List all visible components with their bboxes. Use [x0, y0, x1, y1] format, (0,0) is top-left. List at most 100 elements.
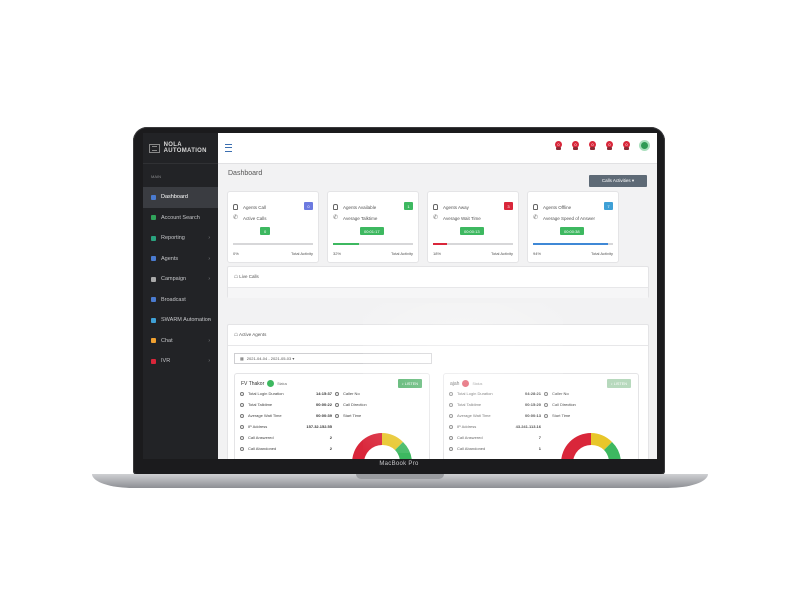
card-sublabel: Active Calls: [243, 216, 267, 221]
agent-status: Status: [277, 381, 288, 386]
agent-stat-value: 14:15:37: [315, 391, 332, 396]
calendar-icon: ▦: [240, 356, 244, 361]
notification-icon[interactable]: 0: [605, 141, 613, 150]
card-time-pill: 00:00:38: [560, 227, 584, 235]
agent-stat-label: Call Abandoned: [457, 446, 486, 451]
call-info-label: Start Time: [552, 413, 571, 418]
sidebar-item-broadcast[interactable]: Broadcast: [143, 290, 218, 311]
notification-icons: 00000: [554, 140, 650, 151]
agent-stat-row: IP Address 157.32.152.55: [240, 424, 332, 429]
notification-icon[interactable]: 0: [554, 141, 562, 150]
call-info-label: Caller No: [343, 391, 360, 396]
clock-icon: [544, 391, 548, 396]
agent-stat-value: 00:15:20: [524, 402, 541, 407]
laptop-brand-label: MacBook Pro: [379, 461, 419, 467]
card-progress-fill: [433, 243, 448, 245]
listen-button[interactable]: ♪ LISTEN: [397, 379, 422, 388]
stat-cards: Agents Call 0 ✆ Active Calls 0 0% Total A…: [227, 191, 619, 263]
sidebar-item-label: Broadcast: [161, 296, 186, 303]
agent-stat-value: 00:00:22: [315, 402, 332, 407]
sidebar: NOLA AUTOMATION MAIN Dashboard Account S…: [143, 133, 218, 459]
agent-stat-value: 2: [329, 435, 332, 440]
call-info-row: Start Time: [335, 413, 361, 418]
call-info-row: Caller No: [544, 391, 569, 396]
active-agents-header: ☖ Active Agents: [228, 325, 648, 346]
agent-stat-label: Average Wait Time: [457, 413, 491, 418]
phone-icon: ✆: [533, 215, 539, 221]
main-content: Dashboard Calls Activities ▾ Agents Call…: [218, 164, 657, 459]
agent-gauge: [561, 433, 621, 459]
chevron-right-icon: ›: [208, 255, 210, 262]
sidebar-item-label: Reporting: [161, 235, 185, 242]
home-icon: [151, 194, 156, 200]
card-footer: Total Activity: [590, 251, 613, 256]
clock-icon: [240, 446, 244, 451]
clock-icon: [449, 413, 453, 418]
agent-stat-row: Call Abandoned 2: [240, 446, 332, 451]
listen-button[interactable]: ♪ LISTEN: [606, 379, 631, 388]
gauge-red-segment: [561, 433, 591, 459]
stat-card: Agents Offline 7 ✆ Average Speed of Answe…: [527, 191, 619, 263]
notification-icon[interactable]: 0: [571, 141, 579, 150]
card-label: Agents Call: [243, 204, 267, 210]
agent-stat-row: Call Answered 7: [449, 435, 541, 440]
chevron-right-icon: ›: [208, 317, 210, 324]
bell-icon: [590, 147, 595, 150]
menu-toggle-icon[interactable]: [225, 144, 232, 152]
clock-icon: [544, 413, 548, 418]
clock-icon: [449, 435, 453, 440]
card-label: Agents Offline: [543, 204, 572, 210]
status-dot: [462, 380, 470, 387]
clock-icon: [240, 402, 244, 407]
automation-icon: [151, 317, 156, 323]
broadcast-icon: [151, 297, 156, 303]
sidebar-item-label: Campaign: [161, 276, 187, 283]
users-icon: [151, 256, 156, 262]
notification-icon[interactable]: 0: [622, 141, 630, 150]
sidebar-item-ivr[interactable]: IVR ›: [143, 351, 218, 372]
sidebar-item-campaign[interactable]: Campaign ›: [143, 269, 218, 290]
agent-stat-value: 2: [329, 446, 332, 451]
sidebar-item-reporting[interactable]: Reporting ›: [143, 228, 218, 249]
chat-icon: [151, 338, 156, 344]
logo[interactable]: NOLA AUTOMATION: [143, 133, 218, 164]
date-range-picker[interactable]: ▦ 2021-04-04 - 2021-05-03 ▾: [234, 353, 432, 364]
bell-icon: [607, 147, 612, 150]
agent-stat-label: Total Login Duration: [248, 391, 284, 396]
calls-activities-button[interactable]: Calls Activities ▾: [589, 175, 647, 187]
phone-icon: ✆: [433, 215, 439, 221]
notification-icon[interactable]: 0: [588, 141, 596, 150]
card-count-badge: 0: [304, 202, 313, 210]
status-dot: [267, 380, 275, 387]
clock-icon: [449, 446, 453, 451]
sidebar-item-swarm-automation[interactable]: SWARM Automation ›: [143, 310, 218, 331]
bell-icon: [556, 147, 561, 150]
bell-icon: [624, 147, 629, 150]
agent-stat-value: 00:00:39: [315, 413, 332, 418]
agent-stat-row: IP Address 43.241.113.16: [449, 424, 541, 429]
live-calls-header: ☖ Live Calls: [228, 267, 648, 288]
card-progress-fill: [533, 243, 609, 245]
sidebar-item-dashboard[interactable]: Dashboard: [143, 187, 218, 208]
sidebar-item-agents[interactable]: Agents ›: [143, 249, 218, 270]
sidebar-item-label: SWARM Automation: [161, 317, 211, 324]
person-icon: [333, 204, 338, 210]
card-time-pill: 0: [260, 227, 271, 235]
agent-stat-label: IP Address: [457, 424, 477, 429]
agent-stat-row: Call Answered 2: [240, 435, 332, 440]
agent-stat-row: Total Talktime 00:00:22: [240, 402, 332, 407]
card-percent: 32%: [333, 251, 342, 256]
agent-stat-row: Average Wait Time 00:00:13: [449, 413, 541, 418]
sidebar-item-chat[interactable]: Chat ›: [143, 331, 218, 352]
page-title: Dashboard: [228, 170, 263, 177]
agent-card: FV Thakor Status ♪ LISTEN Total Login Dur…: [234, 373, 430, 459]
agent-status: Status: [472, 381, 483, 386]
agent-stat-value: 1: [538, 446, 541, 451]
listen-label: LISTEN: [613, 381, 627, 386]
card-footer: Total Activity: [490, 251, 513, 256]
person-icon: [233, 204, 238, 210]
card-count-badge: 3: [504, 202, 513, 210]
call-info-row: Start Time: [544, 413, 570, 418]
user-avatar[interactable]: [639, 140, 650, 151]
sidebar-item-account-search[interactable]: Account Search: [143, 208, 218, 229]
